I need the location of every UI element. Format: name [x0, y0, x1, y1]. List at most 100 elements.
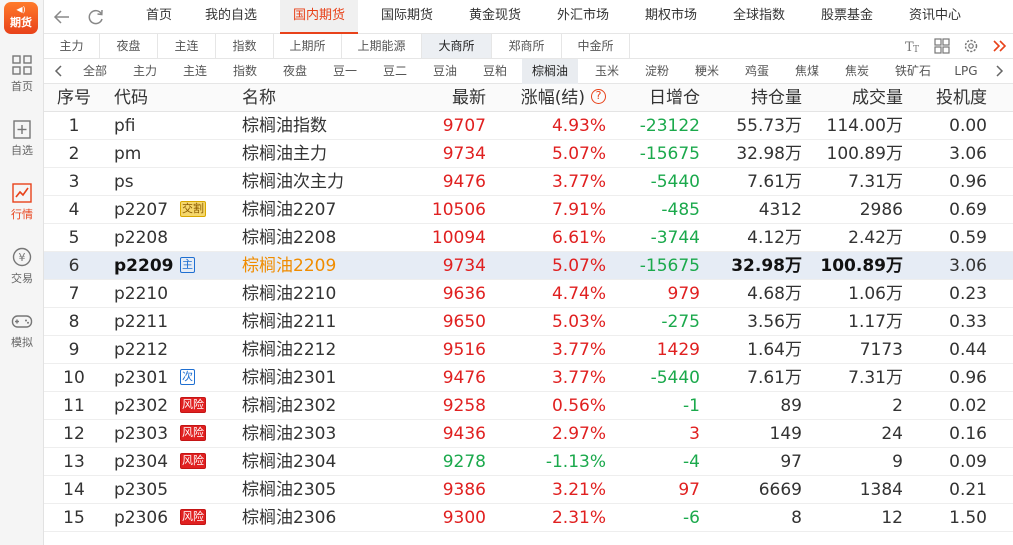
help-circle-icon[interactable]: ? [591, 89, 606, 104]
subtab-czce[interactable]: 郑商所 [492, 34, 562, 58]
table-row[interactable]: 6 p2209 主 棕榈油2209 9734 5.07% -15675 32.98万 100.8… [44, 252, 1013, 280]
subtab-main[interactable]: 主力 [44, 34, 100, 58]
table-row[interactable]: 4 p2207 交割 棕榈油2207 10506 7.91% -485 4312 2986 0.6… [44, 196, 1013, 224]
row-code: p2212 [114, 340, 169, 360]
header-name[interactable]: 名称 [242, 84, 412, 112]
category-night[interactable]: 夜盘 [274, 59, 316, 84]
sidebar-item-watchlist[interactable]: 自选 [0, 118, 44, 158]
category-index[interactable]: 指数 [224, 59, 266, 84]
row-name: 棕榈油2208 [242, 228, 337, 248]
tab-domestic-futures[interactable]: 国内期货 [280, 0, 358, 34]
category-egg[interactable]: 鸡蛋 [736, 59, 778, 84]
row-open-interest: 97 [780, 452, 802, 472]
status-badge: 交割 [180, 200, 206, 217]
table-row[interactable]: 15 p2306 风险 棕榈油2306 9300 2.31% -6 8 12 1.50 [44, 504, 1013, 532]
row-volume: 2.42万 [848, 228, 903, 248]
category-continuous[interactable]: 主连 [174, 59, 216, 84]
app-window: ◀) 期货 首页 自选 行情 ¥ 交易 模拟 首页 我的自选 国内期货 国际期货… [0, 0, 1013, 545]
category-coke[interactable]: 焦炭 [836, 59, 878, 84]
category-corn[interactable]: 玉米 [586, 59, 628, 84]
table-row[interactable]: 14 p2305 棕榈油2305 9386 3.21% 97 6669 1384 0.21 [44, 476, 1013, 504]
category-soybean2[interactable]: 豆二 [374, 59, 416, 84]
tab-gold-spot[interactable]: 黄金现货 [460, 0, 530, 34]
row-name: 棕榈油主力 [242, 144, 327, 164]
quote-table: 序号 代码 名称 最新 涨幅(结)? 日增仓 持仓量 成交量 投机度 1 pfi 棕… [44, 84, 1013, 532]
row-open-interest: 4.68万 [747, 284, 802, 304]
subtab-shfe[interactable]: 上期所 [274, 34, 342, 58]
header-code[interactable]: 代码 [114, 84, 182, 112]
row-volume: 12 [881, 508, 903, 528]
row-name: 棕榈油2302 [242, 396, 337, 416]
app-logo[interactable]: ◀) 期货 [4, 2, 38, 34]
category-main[interactable]: 主力 [124, 59, 166, 84]
category-soybean1[interactable]: 豆一 [324, 59, 366, 84]
category-coking-coal[interactable]: 焦煤 [786, 59, 828, 84]
table-row[interactable]: 9 p2212 棕榈油2212 9516 3.77% 1429 1.64万 7173 0.44 [44, 336, 1013, 364]
header-index[interactable]: 序号 [52, 84, 96, 112]
table-row[interactable]: 13 p2304 风险 棕榈油2304 9278 -1.13% -4 97 9 0.09 [44, 448, 1013, 476]
table-row[interactable]: 12 p2303 风险 棕榈油2303 9436 2.97% 3 149 24 0.16 [44, 420, 1013, 448]
row-last-price: 10094 [431, 228, 486, 248]
category-japonica[interactable]: 粳米 [686, 59, 728, 84]
header-speculation[interactable]: 投机度 [914, 84, 987, 112]
svg-text:T: T [913, 45, 919, 55]
sidebar-item-home[interactable]: 首页 [0, 54, 44, 94]
row-speculation: 3.06 [949, 144, 987, 164]
tab-stock-funds[interactable]: 股票基金 [812, 0, 882, 34]
tab-global-index[interactable]: 全球指数 [724, 0, 794, 34]
chevron-left-icon[interactable] [52, 63, 66, 79]
header-change-pct[interactable]: 涨幅(结)? [494, 84, 606, 112]
row-change-pct: 0.56% [551, 396, 606, 416]
back-arrow-icon[interactable] [52, 7, 72, 27]
header-volume[interactable]: 成交量 [810, 84, 903, 112]
row-open-interest: 1.64万 [747, 340, 802, 360]
header-oi-change[interactable]: 日增仓 [614, 84, 700, 112]
row-speculation: 3.06 [949, 256, 987, 276]
subtab-cffex[interactable]: 中金所 [562, 34, 630, 58]
table-row[interactable]: 8 p2211 棕榈油2211 9650 5.03% -275 3.56万 1.17万 0.33 [44, 308, 1013, 336]
category-starch[interactable]: 淀粉 [636, 59, 678, 84]
table-row[interactable]: 11 p2302 风险 棕榈油2302 9258 0.56% -1 89 2 0.02 [44, 392, 1013, 420]
tab-news[interactable]: 资讯中心 [900, 0, 970, 34]
category-palm-oil[interactable]: 棕榈油 [522, 59, 578, 84]
subtab-ine[interactable]: 上期能源 [342, 34, 422, 58]
table-row[interactable]: 10 p2301 次 棕榈油2301 9476 3.77% -5440 7.61万 7.31万 0… [44, 364, 1013, 392]
row-tag-cell [180, 280, 212, 308]
tab-intl-futures[interactable]: 国际期货 [372, 0, 442, 34]
tab-options[interactable]: 期权市场 [636, 0, 706, 34]
row-index: 7 [68, 284, 80, 304]
table-row[interactable]: 3 ps 棕榈油次主力 9476 3.77% -5440 7.61万 7.31万 0.96 [44, 168, 1013, 196]
chevron-right-icon[interactable] [992, 63, 1006, 79]
category-soybean-meal[interactable]: 豆粕 [474, 59, 516, 84]
settings-gear-icon[interactable] [962, 37, 980, 55]
header-last-price[interactable]: 最新 [414, 84, 486, 112]
row-open-interest: 3.56万 [747, 312, 802, 332]
header-open-interest[interactable]: 持仓量 [708, 84, 802, 112]
category-soybean-oil[interactable]: 豆油 [424, 59, 466, 84]
row-code: p2210 [114, 284, 169, 304]
tab-forex[interactable]: 外汇市场 [548, 0, 618, 34]
tab-home[interactable]: 首页 [136, 0, 182, 34]
row-code: pm [114, 144, 142, 164]
tab-my-watchlist[interactable]: 我的自选 [196, 0, 266, 34]
layout-grid-icon[interactable] [933, 37, 951, 55]
table-row[interactable]: 5 p2208 棕榈油2208 10094 6.61% -3744 4.12万 2.42万 0.… [44, 224, 1013, 252]
refresh-icon[interactable] [86, 7, 106, 27]
double-chevron-right-icon[interactable] [991, 37, 1009, 55]
font-size-icon[interactable]: T T [904, 37, 922, 55]
category-iron-ore[interactable]: 铁矿石 [886, 59, 940, 84]
subtab-continuous[interactable]: 主连 [158, 34, 216, 58]
table-row[interactable]: 7 p2210 棕榈油2210 9636 4.74% 979 4.68万 1.06万 0.23 [44, 280, 1013, 308]
table-row[interactable]: 1 pfi 棕榈油指数 9707 4.93% -23122 55.73万 114.00万 0.0… [44, 112, 1013, 140]
subtab-night[interactable]: 夜盘 [100, 34, 158, 58]
category-all[interactable]: 全部 [74, 59, 116, 84]
subtab-index[interactable]: 指数 [216, 34, 274, 58]
subtab-dce[interactable]: 大商所 [422, 34, 492, 58]
sidebar-item-trade[interactable]: ¥ 交易 [0, 246, 44, 286]
category-lpg[interactable]: LPG [948, 59, 984, 84]
row-volume: 7173 [859, 340, 903, 360]
sidebar-item-quotes[interactable]: 行情 [0, 182, 44, 222]
table-row[interactable]: 2 pm 棕榈油主力 9734 5.07% -15675 32.98万 100.89万 3.06 [44, 140, 1013, 168]
row-name: 棕榈油2305 [242, 480, 337, 500]
sidebar-item-simulation[interactable]: 模拟 [0, 310, 44, 350]
